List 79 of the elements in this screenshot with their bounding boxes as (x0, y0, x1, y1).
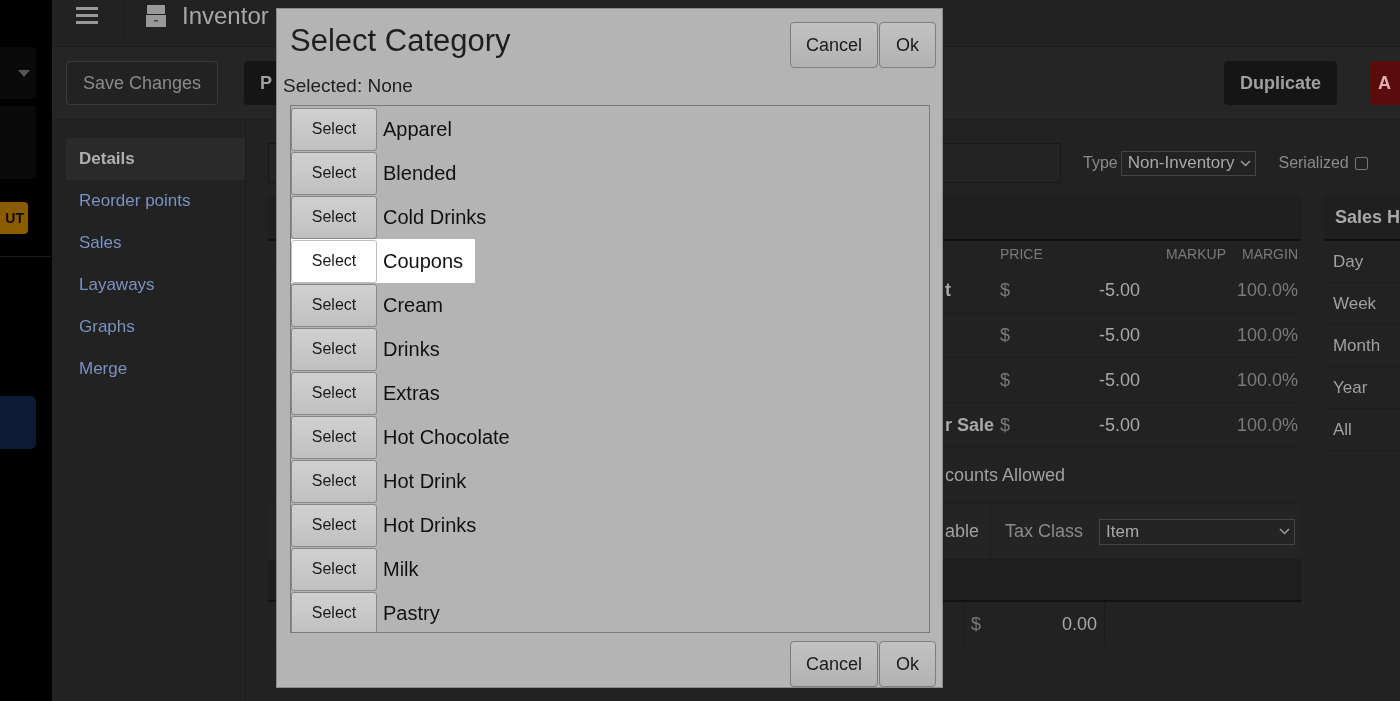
period-row[interactable]: All (1323, 409, 1400, 451)
currency-symbol: $ (1000, 279, 1010, 301)
select-button[interactable]: Select (291, 327, 377, 371)
category-name: Extras (383, 381, 440, 405)
category-name: Coupons (383, 249, 464, 273)
ok-button[interactable]: Ok (879, 641, 936, 687)
category-name: Apparel (383, 117, 452, 141)
price-value: -5.00 (1098, 324, 1140, 346)
select-button[interactable]: Select (291, 547, 377, 591)
field-label: Serialized (1278, 154, 1349, 172)
margin-value: 100.0% (1235, 369, 1298, 391)
checkbox-label: counts Allowed (945, 465, 1066, 486)
cancel-button[interactable]: Cancel (789, 641, 878, 687)
page-title: Inventor (182, 2, 269, 30)
select-button[interactable]: Select (291, 283, 377, 327)
tax-class-select[interactable]: Item (1099, 518, 1296, 545)
field-label: Tax Class (1005, 521, 1084, 542)
margin-value: 100.0% (1235, 414, 1298, 436)
select-button[interactable]: Select (291, 415, 377, 459)
rail-dropdown[interactable] (0, 47, 36, 99)
row-label: t (945, 279, 951, 300)
chevron-down-icon (1240, 159, 1252, 167)
category-name: Drinks (383, 337, 440, 361)
category-name: Hot Drinks (383, 513, 477, 537)
category-name: Milk (383, 557, 419, 581)
caret-icon (18, 69, 30, 77)
nav-tab[interactable]: Graphs (66, 306, 245, 348)
dialog-title: Select Category (290, 23, 511, 59)
select-button[interactable]: Select (291, 371, 377, 415)
cancel-button[interactable]: Cancel (789, 22, 878, 68)
nav-tab[interactable]: Sales (66, 222, 245, 264)
currency-symbol: $ (1000, 369, 1010, 391)
select-button[interactable]: Select (291, 459, 377, 503)
price-value: -5.00 (1098, 279, 1140, 301)
row-label: r Sale (945, 414, 995, 435)
cost-value: 0.00 (1061, 613, 1097, 635)
archive-icon (146, 5, 166, 27)
chevron-down-icon (1279, 528, 1291, 535)
nav-tab[interactable]: Details (66, 138, 245, 180)
select-button[interactable]: Select (291, 107, 377, 151)
price-value: -5.00 (1098, 414, 1140, 436)
category-name: Cold Drinks (383, 205, 487, 229)
save-button[interactable]: Save Changes (66, 61, 219, 105)
column-header: MARKUP (1165, 246, 1226, 262)
currency-symbol: $ (1000, 414, 1010, 436)
category-name: Hot Drink (383, 469, 467, 493)
column-header: MARGIN (1241, 246, 1298, 262)
toolbar-button[interactable]: Duplicate (1223, 61, 1337, 105)
period-row[interactable]: Month (1323, 325, 1400, 367)
column-header: PRICE (1000, 246, 1043, 262)
margin-value: 100.0% (1235, 324, 1298, 346)
period-row[interactable]: Year (1323, 367, 1400, 409)
status-badge: UT (0, 202, 28, 234)
select-button[interactable]: Select (291, 591, 377, 632)
delete-button[interactable]: A (1370, 61, 1400, 105)
select-button[interactable]: Select (291, 151, 377, 195)
price-value: -5.00 (1098, 369, 1140, 391)
currency-symbol: $ (971, 613, 981, 635)
nav-tab[interactable]: Merge (66, 348, 245, 390)
select-button[interactable]: Select (291, 195, 377, 239)
period-row[interactable]: Day (1323, 241, 1400, 283)
nav-tab[interactable]: Layaways (66, 264, 245, 306)
serialized-checkbox[interactable] (1354, 156, 1368, 170)
select-button[interactable]: Select (291, 239, 377, 283)
margin-value: 100.0% (1235, 279, 1298, 301)
category-name: Blended (383, 161, 457, 185)
highlighted-row[interactable]: Select Coupons (291, 239, 476, 283)
field-label: Type (1083, 154, 1118, 172)
category-name: Cream (383, 293, 443, 317)
select-button[interactable]: Select (291, 503, 377, 547)
category-name: Pastry (383, 601, 440, 625)
period-row[interactable]: Week (1323, 283, 1400, 325)
category-name: Hot Chocolate (383, 425, 510, 449)
checkbox-label: able (945, 521, 981, 542)
currency-symbol: $ (1000, 324, 1010, 346)
nav-tab[interactable]: Reorder points (66, 180, 245, 222)
type-select[interactable]: Non-Inventory (1120, 150, 1257, 176)
menu-icon[interactable] (76, 7, 98, 25)
ok-button[interactable]: Ok (879, 22, 936, 68)
